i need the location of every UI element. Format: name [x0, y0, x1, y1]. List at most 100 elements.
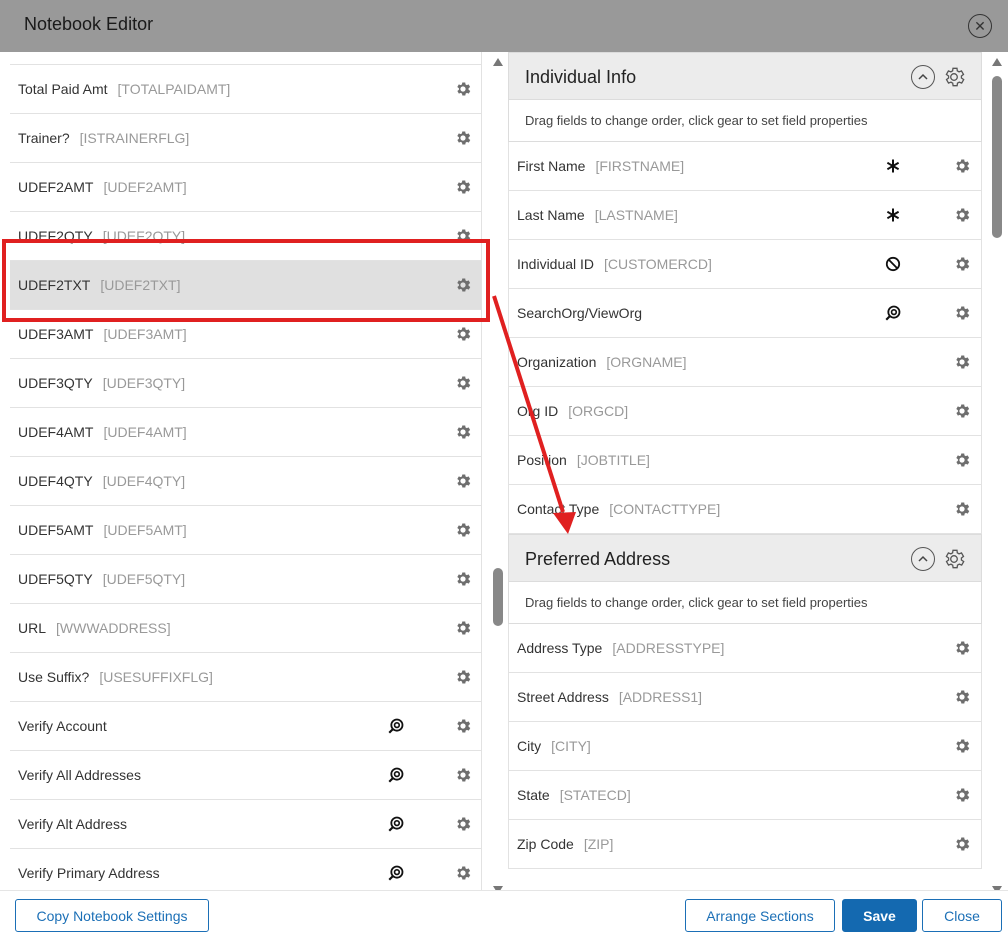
gear-icon[interactable]: [454, 276, 472, 294]
field-code: [UDEF2QTY]: [102, 228, 186, 244]
field-row[interactable]: City [CITY]: [508, 722, 982, 771]
gear-icon[interactable]: [454, 129, 472, 147]
gear-icon[interactable]: [953, 639, 971, 657]
gear-icon[interactable]: [454, 325, 472, 343]
field-row[interactable]: UDEF3QTY [UDEF3QTY]: [10, 358, 481, 407]
gear-icon[interactable]: [454, 668, 472, 686]
gear-icon[interactable]: [454, 178, 472, 196]
field-row[interactable]: Position [JOBTITLE]: [508, 436, 982, 485]
field-label: Verify All Addresses: [18, 767, 141, 783]
gear-icon[interactable]: [454, 423, 472, 441]
close-button[interactable]: Close: [922, 899, 1002, 932]
field-row[interactable]: UDEF5AMT [UDEF5AMT]: [10, 505, 481, 554]
gear-icon[interactable]: [454, 570, 472, 588]
collapse-section-icon[interactable]: [911, 65, 935, 89]
field-row[interactable]: UDEF2AMT [UDEF2AMT]: [10, 162, 481, 211]
field-code: [CUSTOMERCD]: [604, 256, 712, 272]
gear-icon[interactable]: [953, 451, 971, 469]
section-header[interactable]: Preferred Address: [508, 534, 982, 582]
gear-icon[interactable]: [454, 374, 472, 392]
gear-icon[interactable]: [454, 717, 472, 735]
gear-icon[interactable]: [953, 688, 971, 706]
copy-notebook-settings-button[interactable]: Copy Notebook Settings: [15, 899, 209, 932]
available-fields-scrollbar[interactable]: [492, 58, 504, 894]
field-row-selected[interactable]: UDEF2TXT [UDEF2TXT]: [10, 260, 481, 309]
gear-icon[interactable]: [454, 227, 472, 245]
scroll-up-arrow[interactable]: [493, 58, 503, 66]
gear-icon[interactable]: [953, 304, 971, 322]
field-row[interactable]: UDEF5QTY [UDEF5QTY]: [10, 554, 481, 603]
gear-icon[interactable]: [454, 472, 472, 490]
scrollbar-thumb[interactable]: [493, 568, 503, 626]
section-header[interactable]: Individual Info: [508, 52, 982, 100]
field-code: [USESUFFIXFLG]: [99, 669, 213, 685]
field-code: [UDEF5QTY]: [102, 571, 186, 587]
collapse-section-icon[interactable]: [911, 547, 935, 571]
field-label: UDEF3AMT: [18, 326, 94, 342]
field-row[interactable]: UDEF4QTY [UDEF4QTY]: [10, 456, 481, 505]
gear-icon[interactable]: [454, 815, 472, 833]
gear-icon[interactable]: [953, 835, 971, 853]
sections-scrollbar[interactable]: [991, 58, 1003, 894]
field-row[interactable]: URL [WWWADDRESS]: [10, 603, 481, 652]
field-row[interactable]: SearchOrg/ViewOrg: [508, 289, 982, 338]
field-label: Use Suffix?: [18, 669, 90, 685]
field-code: [JOBTITLE]: [576, 452, 650, 468]
field-code: [ORGNAME]: [606, 354, 687, 370]
field-row[interactable]: UDEF3AMT [UDEF3AMT]: [10, 309, 481, 358]
field-label: Address Type: [517, 640, 603, 656]
required-icon: [883, 156, 903, 176]
save-button[interactable]: Save: [842, 899, 917, 932]
section-settings-gear-icon[interactable]: [941, 546, 967, 572]
field-row[interactable]: First Name [FIRSTNAME]: [508, 142, 982, 191]
section-title: Individual Info: [525, 67, 637, 87]
field-row[interactable]: Trainer? [ISTRAINERFLG]: [10, 113, 481, 162]
gear-icon[interactable]: [953, 206, 971, 224]
scrollbar-thumb[interactable]: [992, 76, 1002, 238]
field-row[interactable]: UDEF4AMT [UDEF4AMT]: [10, 407, 481, 456]
arrange-sections-button[interactable]: Arrange Sections: [685, 899, 835, 932]
gear-icon[interactable]: [953, 353, 971, 371]
field-row[interactable]: State [STATECD]: [508, 771, 982, 820]
gear-icon[interactable]: [953, 786, 971, 804]
sections-container: Individual Info Drag fields to change ord…: [508, 52, 982, 869]
field-code: [UDEF2TXT]: [100, 277, 181, 293]
gear-icon[interactable]: [454, 521, 472, 539]
field-row[interactable]: Verify Account: [10, 701, 481, 750]
field-label: UDEF4QTY: [18, 473, 93, 489]
field-row[interactable]: Organization [ORGNAME]: [508, 338, 982, 387]
field-row[interactable]: Contact Type [CONTACTTYPE]: [508, 485, 982, 534]
field-label: Verify Account: [18, 718, 107, 734]
gear-icon[interactable]: [953, 157, 971, 175]
field-row[interactable]: Verify All Addresses: [10, 750, 481, 799]
field-label: Verify Primary Address: [18, 865, 160, 881]
field-label: URL: [18, 620, 47, 636]
field-row[interactable]: Individual ID [CUSTOMERCD]: [508, 240, 982, 289]
gear-icon[interactable]: [454, 864, 472, 882]
scroll-up-arrow[interactable]: [992, 58, 1002, 66]
gear-icon[interactable]: [454, 766, 472, 784]
field-row[interactable]: Org ID [ORGCD]: [508, 387, 982, 436]
gear-icon[interactable]: [454, 80, 472, 98]
gear-icon[interactable]: [953, 255, 971, 273]
field-row[interactable]: UDEF2QTY [UDEF2QTY]: [10, 211, 481, 260]
field-label: UDEF3QTY: [18, 375, 93, 391]
section-settings-gear-icon[interactable]: [941, 64, 967, 90]
gear-icon[interactable]: [454, 619, 472, 637]
field-row[interactable]: Zip Code [ZIP]: [508, 820, 982, 869]
field-row[interactable]: Total Paid Amt [TOTALPAIDAMT]: [10, 64, 481, 113]
window-title: Notebook Editor: [24, 14, 154, 34]
field-row[interactable]: Address Type [ADDRESSTYPE]: [508, 624, 982, 673]
field-label: State: [517, 787, 550, 803]
field-row[interactable]: Verify Alt Address: [10, 799, 481, 848]
lookup-icon: [386, 814, 406, 834]
field-row[interactable]: Use Suffix? [USESUFFIXFLG]: [10, 652, 481, 701]
field-row[interactable]: Verify Primary Address: [10, 848, 481, 890]
close-window-icon[interactable]: ✕: [968, 14, 992, 38]
gear-icon[interactable]: [953, 402, 971, 420]
field-label: UDEF5QTY: [18, 571, 93, 587]
field-row[interactable]: Last Name [LASTNAME]: [508, 191, 982, 240]
field-row[interactable]: Street Address [ADDRESS1]: [508, 673, 982, 722]
gear-icon[interactable]: [953, 500, 971, 518]
gear-icon[interactable]: [953, 737, 971, 755]
